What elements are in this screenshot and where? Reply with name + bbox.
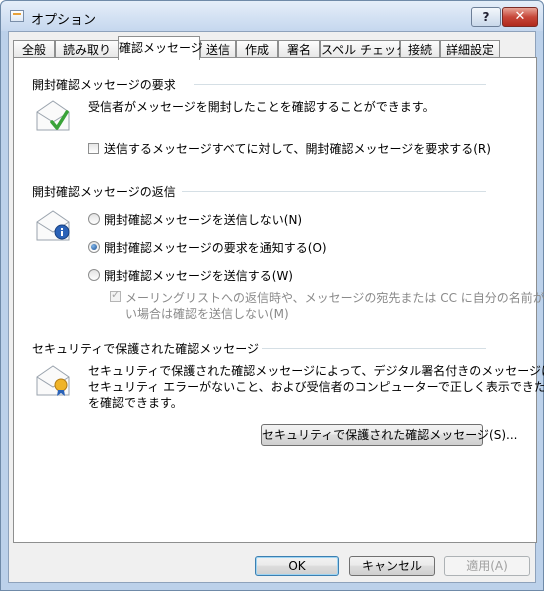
request-section-title: 開封確認メッセージの要求 [32,78,176,92]
never-send-radio[interactable] [88,213,100,225]
secure-section-title: セキュリティで保護された確認メッセージ [32,342,260,356]
tab-receipts[interactable]: 確認メッセージ [118,36,203,60]
envelope-check-icon [36,100,70,131]
ok-button[interactable]: OK [255,556,339,576]
envelope-secure-icon [36,365,70,396]
secure-description-line1: セキュリティで保護された確認メッセージによって、デジタル署名付きのメッセージに [88,364,544,378]
mailing-list-label-line1: メーリングリストへの返信時や、メッセージの宛先または CC に自分の名前がな [125,291,544,305]
request-all-label[interactable]: 送信するメッセージすべてに対して、開封確認メッセージを要求する(R) [104,140,491,157]
never-send-label[interactable]: 開封確認メッセージを送信しない(N) [104,211,302,228]
always-send-label[interactable]: 開封確認メッセージを送信する(W) [104,267,293,284]
help-button[interactable]: ? [471,7,501,27]
mailing-list-label-line2: い場合は確認を送信しない(M) [125,307,289,321]
window-title: オプション [31,13,97,28]
options-dialog: オプション ? ✕ 全般 読み取り 確認メッセージ 送信 作成 署名 スペル チ… [0,0,544,591]
request-description: 受信者がメッセージを開封したことを確認することができます。 [88,100,435,114]
envelope-info-icon [36,210,70,241]
dialog-body: 全般 読み取り 確認メッセージ 送信 作成 署名 スペル チェック 接続 詳細設… [8,31,544,583]
close-button[interactable]: ✕ [502,7,538,27]
apply-button[interactable]: 適用(A) [444,556,530,576]
receipts-tab-page: 開封確認メッセージの要求 受信者がメッセージを開封したことを確認することができま… [13,57,544,543]
reply-section-title: 開封確認メッセージの返信 [32,185,176,199]
always-send-radio[interactable] [88,269,100,281]
section-divider [182,191,486,192]
cancel-button[interactable]: キャンセル [349,556,435,576]
secure-description-line3: を確認できます。 [88,396,183,410]
title-bar[interactable]: オプション ? ✕ [1,1,543,31]
mailing-list-checkbox[interactable] [110,288,121,302]
section-divider [262,348,486,349]
secure-receipts-button[interactable]: セキュリティで保護された確認メッセージ(S)... [261,424,517,446]
section-divider [194,84,486,85]
secure-description-line2: セキュリティ エラーがないこと、および受信者のコンピューターで正しく表示できたこ… [88,380,544,394]
app-icon [10,10,24,22]
notify-radio[interactable] [88,241,100,253]
request-all-checkbox[interactable] [88,143,99,154]
notify-label[interactable]: 開封確認メッセージの要求を通知する(O) [104,239,327,256]
